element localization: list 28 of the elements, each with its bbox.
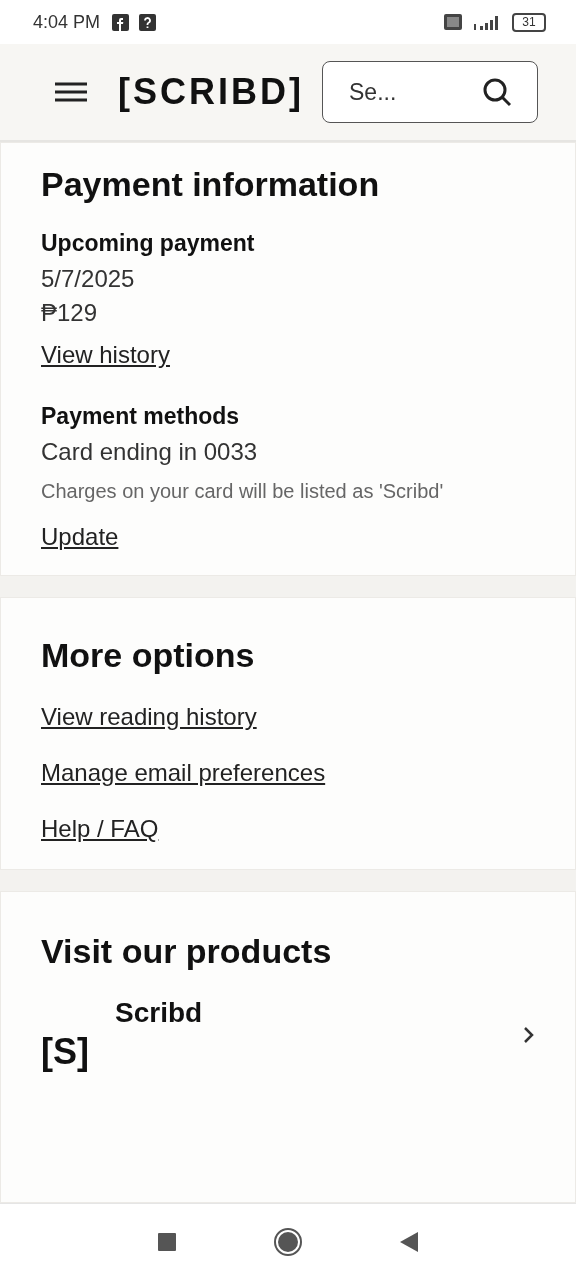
product-name[interactable]: Scribd xyxy=(115,997,497,1029)
battery-icon: 31 xyxy=(512,12,546,32)
status-time: 4:04 PM xyxy=(33,11,101,33)
option-link[interactable]: View reading history xyxy=(41,703,257,730)
help-icon xyxy=(139,13,157,31)
charges-note: Charges on your card will be listed as 'Scribd' xyxy=(41,480,445,503)
section-title: Payment information xyxy=(41,165,381,204)
section-title: Visit our products xyxy=(41,932,333,971)
option-link[interactable]: Manage email preferences xyxy=(41,759,326,786)
recents-icon[interactable] xyxy=(157,1232,177,1252)
payment-date: 5/7/2025 xyxy=(41,265,136,293)
update-link[interactable]: Update xyxy=(41,523,119,550)
section-title: More options xyxy=(41,636,256,675)
product-logo[interactable]: [S] xyxy=(41,997,89,1073)
chevron-right-icon[interactable] xyxy=(523,1026,535,1044)
search-icon[interactable] xyxy=(482,77,512,107)
search-field[interactable]: Se... xyxy=(322,61,538,123)
menu-icon[interactable] xyxy=(54,81,88,103)
option-link[interactable]: Help / FAQ xyxy=(41,815,159,842)
facebook-icon xyxy=(112,13,130,31)
card-info: Card ending in 0033 xyxy=(41,438,259,466)
scribd-logo[interactable]: [SCRIBD] xyxy=(118,71,304,113)
upcoming-label: Upcoming payment xyxy=(41,230,256,257)
payment-amount: ₱129 xyxy=(41,299,99,327)
methods-label: Payment methods xyxy=(41,403,241,430)
home-icon[interactable] xyxy=(273,1227,303,1257)
back-icon[interactable] xyxy=(399,1231,419,1253)
view-history-link[interactable]: View history xyxy=(41,341,170,368)
